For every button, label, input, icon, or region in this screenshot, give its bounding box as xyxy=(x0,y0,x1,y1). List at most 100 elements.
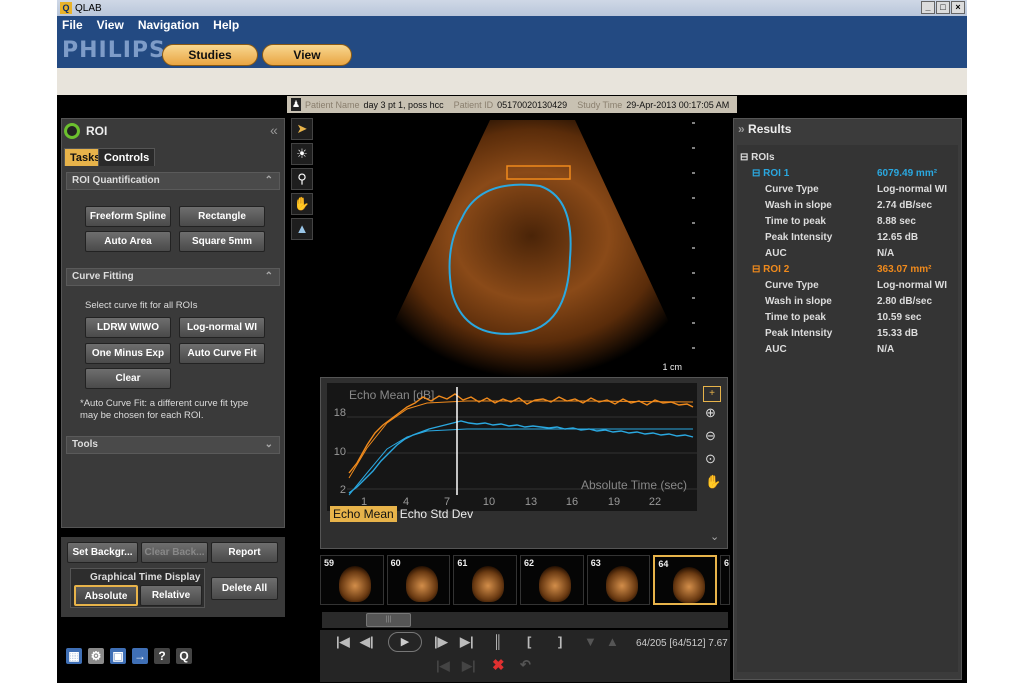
next-marker-icon[interactable]: ▶| xyxy=(462,658,476,674)
depth-scale xyxy=(692,122,695,349)
frame-number: 62 xyxy=(524,558,535,568)
time-intensity-graph[interactable]: Echo Mean [dB] Absolute Time (sec) 18 10… xyxy=(327,383,697,511)
scrollbar-thumb[interactable]: ||| xyxy=(366,613,411,627)
pan-hand-icon[interactable]: ✋ xyxy=(705,474,721,490)
x-tick-label: 10 xyxy=(483,496,495,508)
previous-frame-icon[interactable]: ◀| xyxy=(360,634,374,650)
tab-controls[interactable]: Controls xyxy=(98,148,156,166)
tab-echo-std-dev[interactable]: Echo Std Dev xyxy=(397,506,476,522)
absolute-toggle[interactable]: Absolute xyxy=(74,585,138,606)
ultrasound-image[interactable]: 1 cm xyxy=(370,118,695,378)
thumbnail-image xyxy=(673,567,706,603)
undo-icon[interactable]: ↶ xyxy=(520,657,531,673)
frame-thumbnail[interactable]: 61 xyxy=(453,555,518,605)
patient-name: day 3 pt 1, poss hcc xyxy=(363,99,444,110)
patient-icon[interactable]: ♟ xyxy=(291,98,301,111)
roi1-item[interactable]: ⊟ ROI 1 xyxy=(752,168,789,179)
freeform-spline-button[interactable]: Freeform Spline xyxy=(85,206,171,227)
frame-thumbnail[interactable]: 63 xyxy=(586,555,651,605)
rois-group[interactable]: ⊟ ROIs xyxy=(740,152,775,163)
flip-tool-icon[interactable]: ▲ xyxy=(291,218,313,240)
utility-toolbar: ▦ ⚙ ▣ → ? Q xyxy=(66,648,192,664)
window-titlebar: Q QLAB _ □ × xyxy=(57,0,967,16)
menu-navigation[interactable]: Navigation xyxy=(138,18,199,32)
log-normal-wi-button[interactable]: Log-normal WI xyxy=(179,317,265,338)
rectangle-button[interactable]: Rectangle xyxy=(179,206,265,227)
expand-icon[interactable]: » xyxy=(738,122,745,136)
patient-info-bar: ♟ Patient Name day 3 pt 1, poss hcc Pati… xyxy=(287,96,737,113)
roi1-auc-value: N/A xyxy=(877,248,895,259)
roi2-peak-intensity-label: Peak Intensity xyxy=(765,328,833,339)
menu-file[interactable]: File xyxy=(62,18,83,32)
auto-area-button[interactable]: Auto Area xyxy=(85,231,171,252)
save-icon[interactable]: ▣ xyxy=(110,648,126,664)
graph-title: Echo Mean [dB] xyxy=(349,388,434,402)
pan-tool-icon[interactable]: ✋ xyxy=(291,193,313,215)
set-background-button[interactable]: Set Backgr... xyxy=(67,542,138,563)
y-tick-label: 18 xyxy=(334,407,346,419)
maximize-button[interactable]: □ xyxy=(936,1,950,14)
square-5mm-button[interactable]: Square 5mm xyxy=(179,231,265,252)
roi1-curve-type-value: Log-normal WI xyxy=(877,184,947,195)
roi2-item[interactable]: ⊟ ROI 2 xyxy=(752,264,789,275)
clear-button[interactable]: Clear xyxy=(85,368,171,389)
brightness-tool-icon[interactable]: ☀ xyxy=(291,143,313,165)
collapse-panel-icon[interactable]: « xyxy=(270,122,278,138)
step-down-icon[interactable]: ▼ xyxy=(584,634,597,649)
first-frame-icon[interactable]: |◀ xyxy=(336,634,350,650)
roi2-auc-value: N/A xyxy=(877,344,895,355)
film-strip-icon[interactable]: ▦ xyxy=(66,648,82,664)
minimize-button[interactable]: _ xyxy=(921,1,935,14)
frame-thumbnail[interactable]: 62 xyxy=(520,555,584,605)
expand-down-icon[interactable]: ⌄ xyxy=(710,530,719,543)
zoom-tool-icon[interactable]: ⚲ xyxy=(291,168,313,190)
x-tick-label: 19 xyxy=(608,496,620,508)
zoom-fit-icon[interactable]: ⊙ xyxy=(705,451,716,467)
split-icon[interactable]: ║ xyxy=(493,634,502,649)
tab-studies[interactable]: Studies xyxy=(162,44,258,66)
step-up-icon[interactable]: ▲ xyxy=(606,634,619,649)
export-icon[interactable]: → xyxy=(132,648,148,664)
graphical-time-display-title: Graphical Time Display xyxy=(90,572,201,583)
one-minus-exp-button[interactable]: One Minus Exp xyxy=(85,343,171,364)
frame-thumbnail-selected[interactable]: 64 xyxy=(653,555,718,605)
pointer-tool-icon[interactable]: ➤ xyxy=(291,118,313,140)
menu-view[interactable]: View xyxy=(97,18,124,32)
auto-curve-fit-button[interactable]: Auto Curve Fit xyxy=(179,343,265,364)
play-button[interactable]: ▶ xyxy=(388,632,422,652)
last-frame-icon[interactable]: ▶| xyxy=(460,634,474,650)
relative-toggle[interactable]: Relative xyxy=(140,585,202,606)
zoom-out-icon[interactable]: ⊖ xyxy=(705,428,716,444)
mark-start-icon[interactable]: [ xyxy=(527,634,531,649)
frame-thumbnail[interactable]: 6 xyxy=(720,555,730,605)
delete-marker-icon[interactable]: ✖ xyxy=(492,656,505,674)
frame-number: 6 xyxy=(724,558,730,568)
menu-help[interactable]: Help xyxy=(213,18,239,32)
report-button[interactable]: Report xyxy=(211,542,278,563)
rois-group-label: ROIs xyxy=(751,152,775,163)
frame-thumbnail[interactable]: 59 xyxy=(320,555,384,605)
crosshair-icon[interactable]: + xyxy=(703,386,721,402)
clear-background-button[interactable]: Clear Back... xyxy=(141,542,208,563)
ldrw-wiwo-button[interactable]: LDRW WIWO xyxy=(85,317,171,338)
roi-quantification-section[interactable]: ROI Quantification ⌃ xyxy=(66,172,280,190)
tools-section[interactable]: Tools ⌄ xyxy=(66,436,280,454)
toolbar-strip xyxy=(57,68,967,95)
tab-view[interactable]: View xyxy=(262,44,352,66)
tab-echo-mean[interactable]: Echo Mean xyxy=(330,506,397,522)
roi-panel-header: ROI xyxy=(64,120,284,142)
close-button[interactable]: × xyxy=(951,1,965,14)
delete-all-button[interactable]: Delete All xyxy=(211,577,278,600)
prev-marker-icon[interactable]: |◀ xyxy=(436,658,450,674)
next-frame-icon[interactable]: |▶ xyxy=(434,634,448,650)
window-title: QLAB xyxy=(75,2,102,14)
mark-end-icon[interactable]: ] xyxy=(558,634,562,649)
frame-thumbnail[interactable]: 60 xyxy=(386,555,451,605)
help-icon[interactable]: ? xyxy=(154,648,170,664)
settings-icon[interactable]: ⚙ xyxy=(88,648,104,664)
qlab-icon[interactable]: Q xyxy=(176,648,192,664)
roi1-auc-label: AUC xyxy=(765,248,787,259)
zoom-in-icon[interactable]: ⊕ xyxy=(705,405,716,421)
frame-info: 64/205 [64/512] 7.67 xyxy=(636,638,728,649)
curve-fitting-section[interactable]: Curve Fitting ⌃ xyxy=(66,268,280,286)
